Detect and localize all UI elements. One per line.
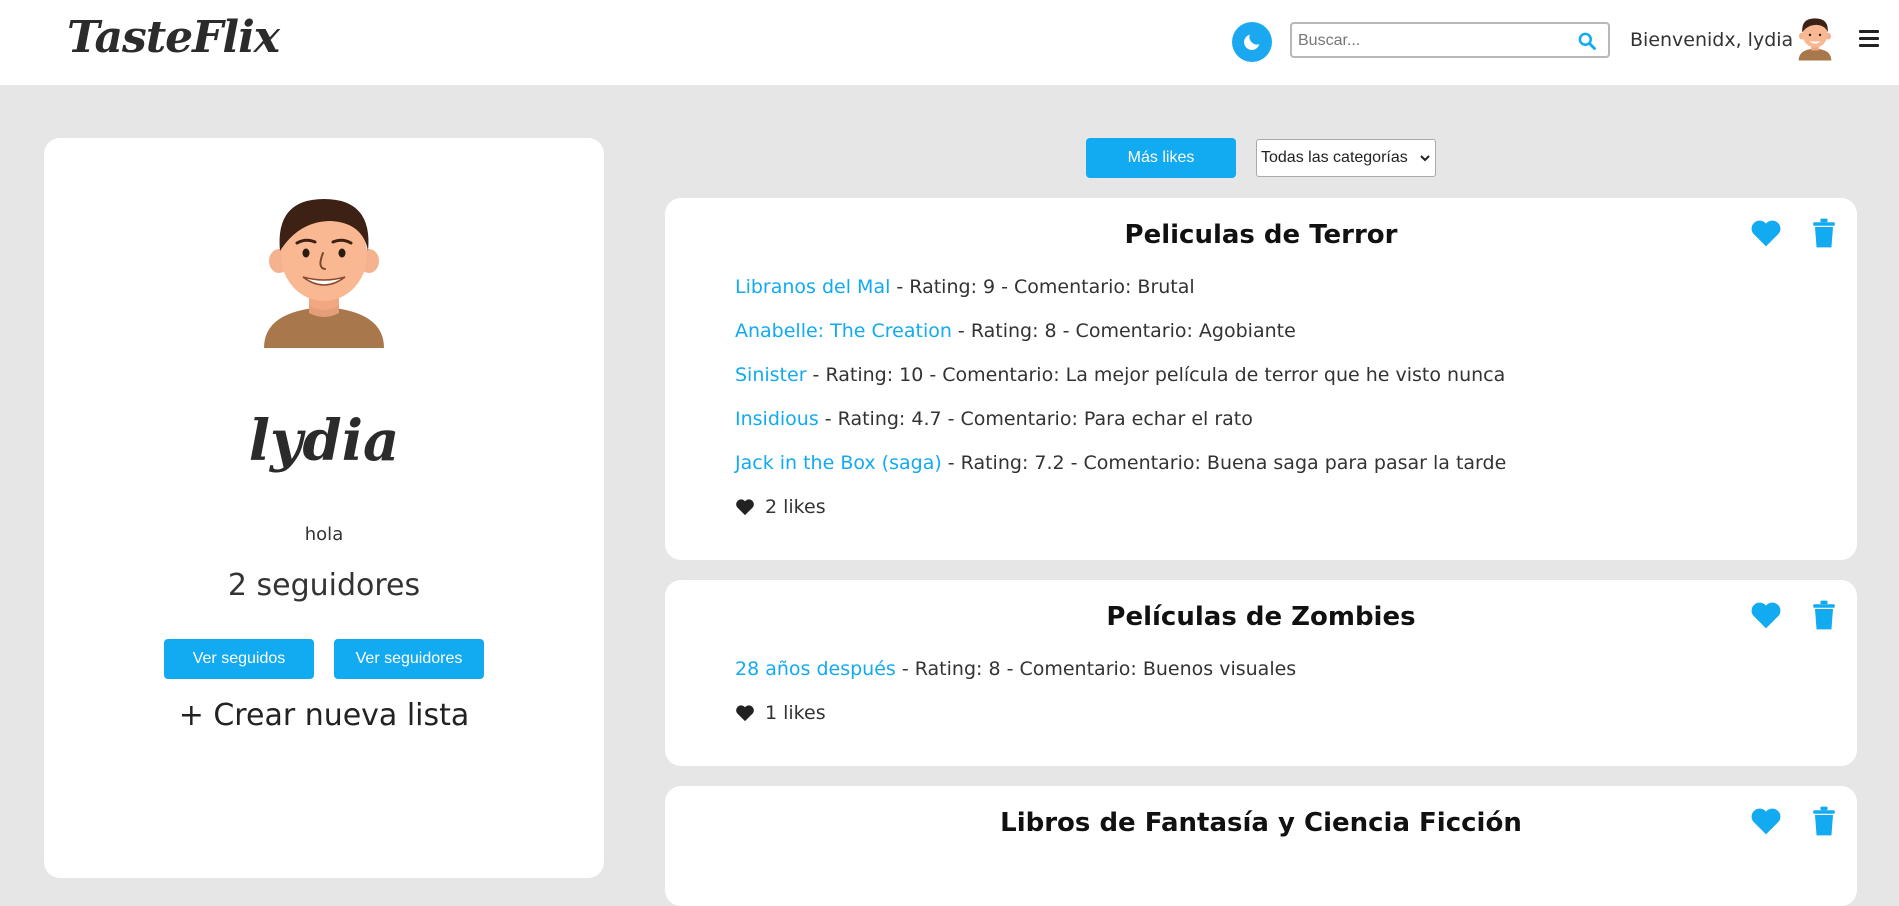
list-item: Anabelle: The Creation - Rating: 8 - Com… <box>735 320 1506 364</box>
heart-icon[interactable] <box>1750 218 1782 248</box>
item-details: - Rating: 8 - Comentario: Buenos visuale… <box>895 658 1297 680</box>
item-title-link[interactable]: Libranos del Mal <box>735 276 890 298</box>
profile-bio: hola <box>304 524 344 545</box>
list-item: Sinister - Rating: 10 - Comentario: La m… <box>735 364 1506 408</box>
user-avatar[interactable] <box>1795 16 1835 62</box>
welcome-text: Bienvenidx, lydia <box>1630 29 1794 51</box>
likes-row: 1 likes <box>735 702 1296 724</box>
list-item: 28 años después - Rating: 8 - Comentario… <box>735 658 1296 702</box>
list-card: Libros de Fantasía y Ciencia Ficción <box>665 786 1857 906</box>
profile-avatar <box>264 199 384 348</box>
likes-count: 1 likes <box>765 702 826 724</box>
item-title-link[interactable]: Anabelle: The Creation <box>735 320 952 342</box>
list-title: Libros de Fantasía y Ciencia Ficción <box>1000 808 1522 838</box>
list-title: Películas de Zombies <box>1106 602 1416 632</box>
profile-name: lydia <box>248 408 400 474</box>
chevron-down-icon <box>1420 155 1430 162</box>
list-item: Libranos del Mal - Rating: 9 - Comentari… <box>735 276 1506 320</box>
trash-icon[interactable] <box>1812 806 1836 836</box>
item-details: - Rating: 9 - Comentario: Brutal <box>890 276 1195 298</box>
list-items: Libranos del Mal - Rating: 9 - Comentari… <box>735 276 1506 518</box>
search-box <box>1290 22 1610 58</box>
view-followers-button[interactable]: Ver seguidores <box>334 639 484 679</box>
trash-icon[interactable] <box>1812 600 1836 630</box>
trash-icon[interactable] <box>1812 218 1836 248</box>
moon-icon <box>1244 34 1260 50</box>
likes-count: 2 likes <box>765 496 826 518</box>
item-title-link[interactable]: Sinister <box>735 364 807 386</box>
heart-icon <box>736 705 754 722</box>
item-title-link[interactable]: 28 años después <box>735 658 896 680</box>
list-item: Insidious - Rating: 4.7 - Comentario: Pa… <box>735 408 1506 452</box>
followers-count: 2 seguidores <box>227 568 421 603</box>
view-following-button[interactable]: Ver seguidos <box>164 639 314 679</box>
heart-icon[interactable] <box>1750 806 1782 836</box>
item-title-link[interactable]: Jack in the Box (saga) <box>735 452 942 474</box>
list-card: Películas de Zombies 28 años después - R… <box>665 580 1857 766</box>
app-logo[interactable]: TasteFlix <box>67 12 280 63</box>
likes-row: 2 likes <box>735 496 1506 518</box>
create-list-button[interactable]: + Crear nueva lista <box>44 698 604 733</box>
list-item: Jack in the Box (saga) - Rating: 7.2 - C… <box>735 452 1506 496</box>
heart-icon <box>736 499 754 516</box>
list-card: Peliculas de Terror Libranos del Mal - R… <box>665 198 1857 560</box>
category-select-value: Todas las categorías <box>1261 149 1408 166</box>
item-title-link[interactable]: Insidious <box>735 408 819 430</box>
list-items: 28 años después - Rating: 8 - Comentario… <box>735 658 1296 724</box>
item-details: - Rating: 7.2 - Comentario: Buena saga p… <box>941 452 1507 474</box>
category-select[interactable]: Todas las categorías <box>1256 139 1436 177</box>
profile-card: lydia hola 2 seguidores Ver seguidos Ver… <box>44 138 604 878</box>
theme-toggle-button[interactable] <box>1232 22 1272 62</box>
search-button[interactable] <box>1574 28 1600 54</box>
item-details: - Rating: 4.7 - Comentario: Para echar e… <box>818 408 1253 430</box>
list-title: Peliculas de Terror <box>1124 220 1398 250</box>
item-details: - Rating: 8 - Comentario: Agobiante <box>951 320 1296 342</box>
top-header: TasteFlix Bienvenidx, lydia <box>0 0 1899 85</box>
sort-most-likes-button[interactable]: Más likes <box>1086 138 1236 178</box>
search-input[interactable] <box>1296 26 1570 56</box>
search-icon <box>1578 32 1596 50</box>
heart-icon[interactable] <box>1750 600 1782 630</box>
menu-icon[interactable] <box>1859 30 1879 50</box>
item-details: - Rating: 10 - Comentario: La mejor pelí… <box>806 364 1506 386</box>
